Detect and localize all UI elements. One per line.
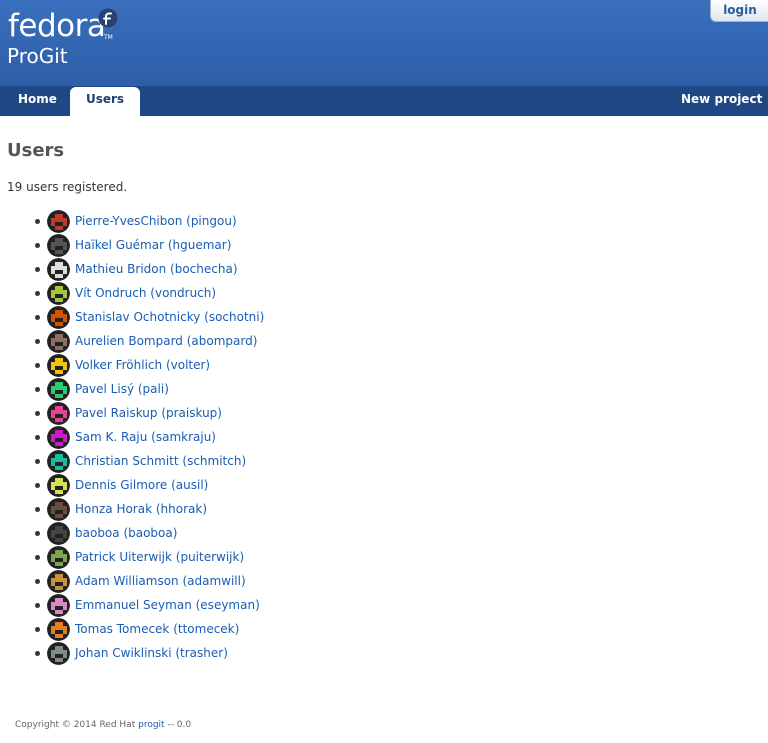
avatar[interactable] [47, 522, 70, 545]
bullet [35, 507, 40, 512]
list-item: Vít Ondruch (vondruch) [0, 281, 768, 305]
bullet [35, 531, 40, 536]
avatar[interactable] [47, 594, 70, 617]
login-button[interactable]: login [710, 0, 768, 22]
bullet [35, 315, 40, 320]
user-list: Pierre-YvesChibon (pingou) Haïkel Guémar… [0, 209, 768, 665]
fedora-logo[interactable]: fedora [8, 8, 106, 44]
list-item: Honza Horak (hhorak) [0, 497, 768, 521]
list-item: Pavel Lisý (pali) [0, 377, 768, 401]
user-link[interactable]: Johan Cwiklinski (trasher) [75, 646, 228, 660]
navbar: Home Users New project [0, 86, 768, 116]
fedora-logo-tm: TM [104, 34, 113, 41]
bullet [35, 579, 40, 584]
avatar[interactable] [47, 282, 70, 305]
bullet [35, 243, 40, 248]
user-link[interactable]: Emmanuel Seyman (eseyman) [75, 598, 260, 612]
bullet [35, 435, 40, 440]
list-item: Patrick Uiterwijk (puiterwijk) [0, 545, 768, 569]
list-item: Mathieu Bridon (bochecha) [0, 257, 768, 281]
bullet [35, 627, 40, 632]
bullet [35, 603, 40, 608]
bullet [35, 291, 40, 296]
bullet [35, 555, 40, 560]
nav-users[interactable]: Users [70, 87, 140, 116]
avatar[interactable] [47, 450, 70, 473]
user-link[interactable]: Volker Fröhlich (volter) [75, 358, 210, 372]
nav-home[interactable]: Home [18, 86, 57, 116]
header: fedora TM ProGit login [0, 0, 768, 86]
list-item: Aurelien Bompard (abompard) [0, 329, 768, 353]
footer-progit-link[interactable]: progit [138, 720, 164, 730]
list-item: Pavel Raiskup (praiskup) [0, 401, 768, 425]
footer-copyright: Copyright © 2014 Red Hat [15, 720, 136, 730]
list-item: Volker Fröhlich (volter) [0, 353, 768, 377]
user-link[interactable]: Honza Horak (hhorak) [75, 502, 207, 516]
user-link[interactable]: Aurelien Bompard (abompard) [75, 334, 257, 348]
list-item: baoboa (baoboa) [0, 521, 768, 545]
user-link[interactable]: Pierre-YvesChibon (pingou) [75, 214, 237, 228]
list-item: Adam Williamson (adamwill) [0, 569, 768, 593]
user-link[interactable]: Patrick Uiterwijk (puiterwijk) [75, 550, 244, 564]
page-title: Users [7, 140, 65, 161]
user-link[interactable]: Pavel Lisý (pali) [75, 382, 169, 396]
avatar[interactable] [47, 642, 70, 665]
bullet [35, 219, 40, 224]
footer: Copyright © 2014 Red Hat progit -- 0.0 [15, 720, 191, 730]
bullet [35, 411, 40, 416]
bullet [35, 651, 40, 656]
user-link[interactable]: Sam K. Raju (samkraju) [75, 430, 216, 444]
list-item: Stanislav Ochotnicky (sochotni) [0, 305, 768, 329]
bullet [35, 387, 40, 392]
nav-new-project[interactable]: New project [681, 86, 762, 116]
list-item: Emmanuel Seyman (eseyman) [0, 593, 768, 617]
list-item: Haïkel Guémar (hguemar) [0, 233, 768, 257]
list-item: Dennis Gilmore (ausil) [0, 473, 768, 497]
bullet [35, 363, 40, 368]
avatar[interactable] [47, 402, 70, 425]
bullet [35, 459, 40, 464]
avatar[interactable] [47, 378, 70, 401]
user-link[interactable]: Vít Ondruch (vondruch) [75, 286, 216, 300]
list-item: Johan Cwiklinski (trasher) [0, 641, 768, 665]
list-item: Christian Schmitt (schmitch) [0, 449, 768, 473]
user-link[interactable]: Adam Williamson (adamwill) [75, 574, 246, 588]
avatar[interactable] [47, 498, 70, 521]
avatar[interactable] [47, 618, 70, 641]
avatar[interactable] [47, 570, 70, 593]
user-link[interactable]: Stanislav Ochotnicky (sochotni) [75, 310, 264, 324]
avatar[interactable] [47, 426, 70, 449]
footer-version: -- 0.0 [167, 720, 192, 730]
avatar[interactable] [47, 306, 70, 329]
avatar[interactable] [47, 474, 70, 497]
avatar[interactable] [47, 330, 70, 353]
avatar[interactable] [47, 258, 70, 281]
bullet [35, 483, 40, 488]
user-link[interactable]: Dennis Gilmore (ausil) [75, 478, 208, 492]
user-link[interactable]: Tomas Tomecek (ttomecek) [75, 622, 239, 636]
user-link[interactable]: Christian Schmitt (schmitch) [75, 454, 246, 468]
list-item: Tomas Tomecek (ttomecek) [0, 617, 768, 641]
user-link[interactable]: Pavel Raiskup (praiskup) [75, 406, 222, 420]
user-count: 19 users registered. [7, 180, 128, 194]
list-item: Sam K. Raju (samkraju) [0, 425, 768, 449]
fedora-infinity-icon [98, 8, 118, 28]
bullet [35, 339, 40, 344]
user-link[interactable]: baoboa (baoboa) [75, 526, 177, 540]
bullet [35, 267, 40, 272]
avatar[interactable] [47, 234, 70, 257]
user-link[interactable]: Mathieu Bridon (bochecha) [75, 262, 238, 276]
avatar[interactable] [47, 210, 70, 233]
list-item: Pierre-YvesChibon (pingou) [0, 209, 768, 233]
avatar[interactable] [47, 546, 70, 569]
user-link[interactable]: Haïkel Guémar (hguemar) [75, 238, 231, 252]
app-name: ProGit [7, 44, 68, 68]
avatar[interactable] [47, 354, 70, 377]
